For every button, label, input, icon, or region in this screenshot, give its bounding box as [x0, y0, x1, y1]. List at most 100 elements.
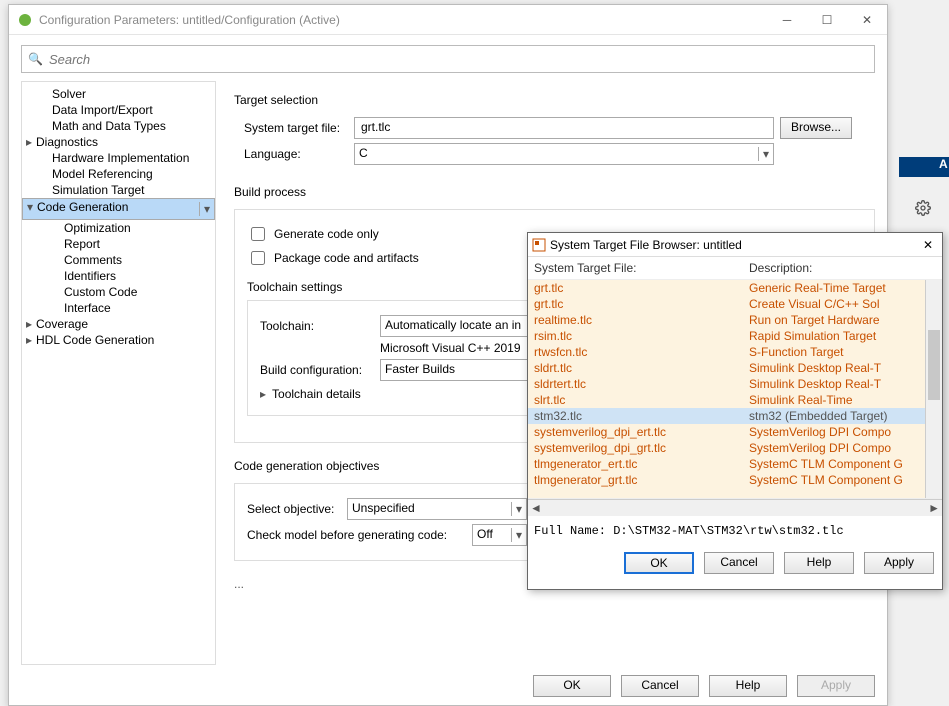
tree-item[interactable]: Math and Data Types [22, 118, 215, 134]
modal-cancel-button[interactable]: Cancel [704, 552, 774, 574]
stf-desc: Simulink Real-Time [749, 392, 936, 408]
tree-item[interactable]: Comments [22, 252, 215, 268]
stf-file: realtime.tlc [534, 312, 749, 328]
horizontal-scrollbar[interactable]: ◄► [528, 499, 942, 516]
tree-item-label: Model Referencing [52, 167, 153, 181]
maximize-button[interactable]: ☐ [807, 5, 847, 35]
stf-row[interactable]: grt.tlcCreate Visual C/C++ Sol [528, 296, 942, 312]
language-select[interactable]: C [354, 143, 774, 165]
tree-item[interactable]: Report [22, 236, 215, 252]
window-title: Configuration Parameters: untitled/Confi… [39, 13, 767, 27]
stf-desc: stm32 (Embedded Target) [749, 408, 936, 424]
stf-row[interactable]: grt.tlcGeneric Real-Time Target [528, 280, 942, 296]
stf-desc: SystemC TLM Component G [749, 456, 936, 472]
tree-item-label: Report [64, 237, 100, 251]
vertical-scrollbar[interactable] [925, 280, 942, 498]
tree-item[interactable]: ▸Diagnostics [22, 134, 215, 150]
language-label: Language: [244, 147, 354, 161]
stf-row[interactable]: systemverilog_dpi_ert.tlcSystemVerilog D… [528, 424, 942, 440]
stf-desc: Rapid Simulation Target [749, 328, 936, 344]
modal-header-row: System Target File: Description: [528, 257, 942, 279]
build-process-title: Build process [234, 185, 875, 199]
stf-file: rtwsfcn.tlc [534, 344, 749, 360]
chevron-right-icon[interactable]: ▸ [260, 387, 266, 401]
tree-arrow-icon[interactable]: ▸ [26, 317, 34, 331]
stf-row[interactable]: systemverilog_dpi_grt.tlcSystemVerilog D… [528, 440, 942, 456]
tree-item[interactable]: ▾Code Generation [22, 198, 215, 220]
tree-item[interactable]: ▸HDL Code Generation [22, 332, 215, 348]
stf-list[interactable]: grt.tlcGeneric Real-Time Targetgrt.tlcCr… [528, 279, 942, 499]
stf-desc: Generic Real-Time Target [749, 280, 936, 296]
modal-ok-button[interactable]: OK [624, 552, 694, 574]
modal-titlebar: System Target File Browser: untitled ✕ [528, 233, 942, 257]
search-input[interactable] [47, 51, 868, 68]
full-name-label: Full Name: D:\STM32-MAT\STM32\rtw\stm32.… [528, 516, 942, 546]
stf-file: sldrtert.tlc [534, 376, 749, 392]
tree-item[interactable]: Solver [22, 86, 215, 102]
tree-item[interactable]: Custom Code [22, 284, 215, 300]
minimize-button[interactable]: ─ [767, 5, 807, 35]
tree-arrow-icon[interactable]: ▾ [27, 200, 35, 214]
col-file-header: System Target File: [534, 261, 749, 279]
modal-help-button[interactable]: Help [784, 552, 854, 574]
stf-row[interactable]: sldrt.tlcSimulink Desktop Real-T [528, 360, 942, 376]
tree-arrow-icon[interactable]: ▸ [26, 135, 34, 149]
tree-item-label: Optimization [64, 221, 131, 235]
search-bar[interactable]: 🔍 [21, 45, 875, 73]
modal-footer: OK Cancel Help Apply [528, 546, 942, 580]
cancel-button[interactable]: Cancel [621, 675, 699, 697]
category-tree[interactable]: SolverData Import/ExportMath and Data Ty… [21, 81, 216, 665]
modal-close-button[interactable]: ✕ [918, 238, 938, 252]
tree-item-label: Hardware Implementation [52, 151, 189, 165]
modal-apply-button[interactable]: Apply [864, 552, 934, 574]
gear-icon[interactable] [915, 200, 931, 219]
select-objective-select[interactable]: Unspecified [347, 498, 527, 520]
search-icon: 🔍 [28, 52, 43, 66]
tree-item-label: Identifiers [64, 269, 116, 283]
stf-input[interactable]: grt.tlc [354, 117, 774, 139]
tree-item-label: Math and Data Types [52, 119, 166, 133]
stf-file: grt.tlc [534, 296, 749, 312]
tree-item[interactable]: Interface [22, 300, 215, 316]
tree-item[interactable]: ▸Coverage [22, 316, 215, 332]
close-button[interactable]: ✕ [847, 5, 887, 35]
stf-row[interactable]: rsim.tlcRapid Simulation Target [528, 328, 942, 344]
check-model-select[interactable]: Off [472, 524, 527, 546]
tree-item-label: Simulation Target [52, 183, 145, 197]
tree-item[interactable]: Model Referencing [22, 166, 215, 182]
col-desc-header: Description: [749, 261, 812, 279]
stf-desc: Simulink Desktop Real-T [749, 376, 936, 392]
toolchain-resolved: Microsoft Visual C++ 2019 [380, 341, 521, 355]
tree-arrow-icon[interactable]: ▸ [26, 333, 34, 347]
tree-item[interactable]: Optimization [22, 220, 215, 236]
stf-row[interactable]: sldrtert.tlcSimulink Desktop Real-T [528, 376, 942, 392]
stf-row[interactable]: tlmgenerator_ert.tlcSystemC TLM Componen… [528, 456, 942, 472]
stf-row[interactable]: tlmgenerator_grt.tlcSystemC TLM Componen… [528, 472, 942, 488]
toolchain-label: Toolchain: [260, 319, 380, 333]
stf-file: rsim.tlc [534, 328, 749, 344]
stf-desc: Run on Target Hardware [749, 312, 936, 328]
stf-row[interactable]: stm32.tlcstm32 (Embedded Target) [528, 408, 942, 424]
toolchain-details-toggle[interactable]: Toolchain details [272, 387, 361, 401]
tree-item-label: Comments [64, 253, 122, 267]
browse-button[interactable]: Browse... [780, 117, 852, 139]
stf-desc: Create Visual C/C++ Sol [749, 296, 936, 312]
stf-file: tlmgenerator_ert.tlc [534, 456, 749, 472]
tree-item-label: HDL Code Generation [36, 333, 154, 347]
stf-file: systemverilog_dpi_grt.tlc [534, 440, 749, 456]
tree-item[interactable]: Hardware Implementation [22, 150, 215, 166]
tree-item[interactable]: Data Import/Export [22, 102, 215, 118]
stf-desc: S-Function Target [749, 344, 936, 360]
ok-button[interactable]: OK [533, 675, 611, 697]
stf-row[interactable]: realtime.tlcRun on Target Hardware [528, 312, 942, 328]
stf-label: System target file: [244, 121, 354, 135]
stf-file: grt.tlc [534, 280, 749, 296]
stf-file: sldrt.tlc [534, 360, 749, 376]
tree-item[interactable]: Identifiers [22, 268, 215, 284]
select-objective-label: Select objective: [247, 502, 347, 516]
help-button[interactable]: Help [709, 675, 787, 697]
titlebar: Configuration Parameters: untitled/Confi… [9, 5, 887, 35]
tree-item[interactable]: Simulation Target [22, 182, 215, 198]
stf-row[interactable]: rtwsfcn.tlcS-Function Target [528, 344, 942, 360]
stf-row[interactable]: slrt.tlcSimulink Real-Time [528, 392, 942, 408]
